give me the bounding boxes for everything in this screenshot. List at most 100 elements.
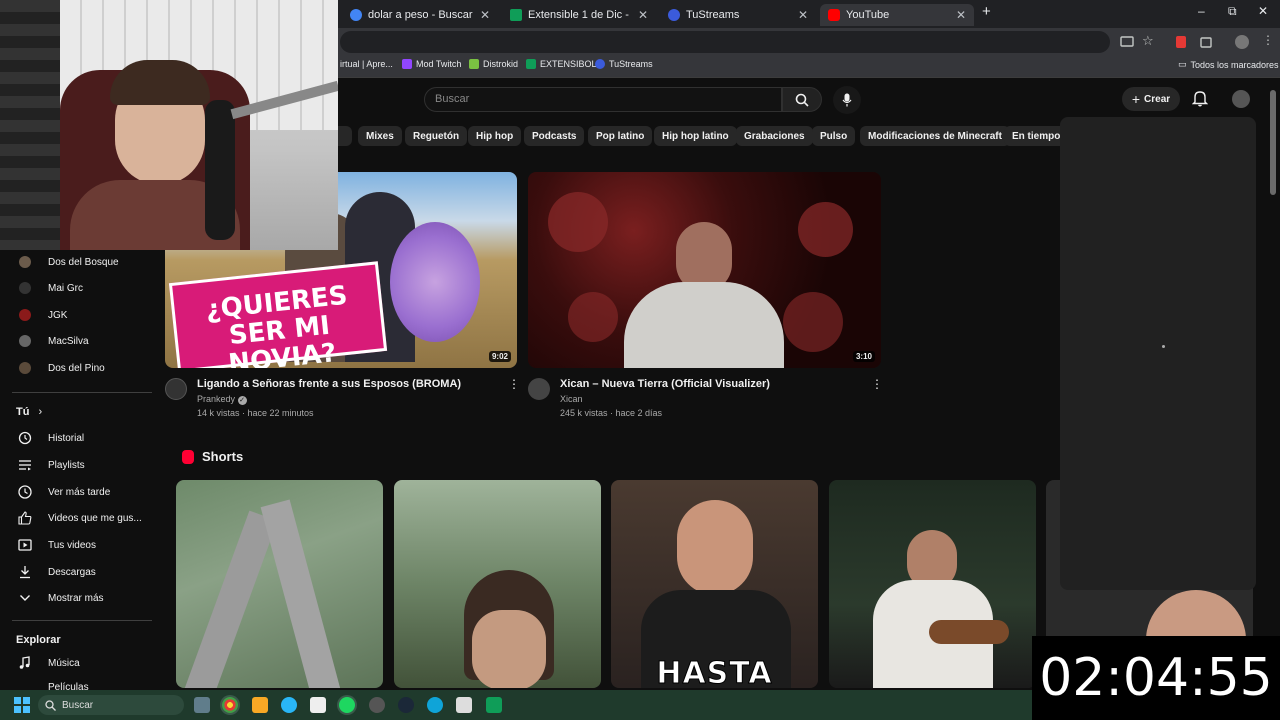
profile-avatar[interactable] [1235, 35, 1249, 49]
person-face [472, 610, 546, 688]
loading-spinner [1162, 345, 1165, 348]
sidebar-subscription[interactable]: Dos del Pino [0, 356, 160, 380]
voice-search-button[interactable] [833, 86, 861, 114]
chip-pop-latino[interactable]: Pop latino [588, 126, 653, 146]
bookmark[interactable]: EXTENSIBOL [526, 59, 597, 69]
channel-label: Prankedy [197, 394, 236, 404]
close-icon[interactable]: ✕ [638, 8, 648, 22]
channel-name[interactable]: Xican [560, 394, 583, 404]
channel-name[interactable]: Prankedy ✓ [197, 394, 247, 405]
capcut-icon[interactable] [310, 697, 326, 713]
bookmark[interactable]: Mod Twitch [402, 59, 461, 69]
sidebar-heading-you[interactable]: Tú › [16, 406, 42, 418]
channel-avatar [18, 361, 32, 375]
sidebar-item-liked-videos[interactable]: Videos que me gus... [0, 506, 160, 530]
spotify-icon[interactable] [339, 697, 355, 713]
close-icon[interactable]: ✕ [480, 8, 490, 22]
windows-start-icon[interactable] [14, 697, 30, 713]
sidebar-item-your-videos[interactable]: Tus videos [0, 533, 160, 557]
restore-button[interactable]: ⧉ [1228, 4, 1237, 19]
channel-avatar[interactable] [165, 378, 187, 400]
minimize-button[interactable]: – [1198, 4, 1205, 18]
sidebar-item-watch-later[interactable]: Ver más tarde [0, 480, 160, 504]
more-icon[interactable]: ⋮ [871, 377, 883, 391]
chip-regueton[interactable]: Reguetón [405, 126, 468, 146]
new-tab-button[interactable]: + [982, 3, 991, 20]
shorts-heading-label: Shorts [202, 449, 244, 464]
short-card[interactable]: HASTA [611, 480, 818, 688]
sidebar-item-label: Música [48, 657, 80, 669]
short-card[interactable] [829, 480, 1036, 688]
edge-icon[interactable] [427, 697, 443, 713]
sidebar-item-downloads[interactable]: Descargas [0, 560, 160, 584]
bookmark[interactable]: Distrokid [469, 59, 518, 69]
steam-icon[interactable] [398, 697, 414, 713]
tab-tustreams[interactable]: TuStreams ✕ [660, 4, 816, 26]
bookmark-label: irtual | Apre... [340, 59, 393, 69]
chip-hip-hop-latino[interactable]: Hip hop latino [654, 126, 737, 146]
google-icon [350, 9, 362, 21]
sidebar-subscription[interactable]: Dos del Bosque [0, 250, 160, 274]
all-bookmarks-label: Todos los marcadores [1190, 59, 1279, 70]
bell-icon[interactable] [1192, 90, 1208, 107]
tab-sheets[interactable]: Extensible 1 de Dic - Hojas de c ✕ [502, 4, 656, 26]
short-card[interactable] [394, 480, 601, 688]
chip-pulso[interactable]: Pulso [812, 126, 856, 146]
close-icon[interactable]: ✕ [956, 8, 966, 22]
obs-icon[interactable] [369, 697, 385, 713]
tab-youtube[interactable]: YouTube ✕ [820, 4, 974, 26]
sidebar-item-music[interactable]: Música [0, 651, 160, 675]
sidebar-item-label: JGK [48, 309, 68, 321]
sidebar-subscription[interactable]: Mai Grc [0, 276, 160, 300]
sidebar-item-label: MacSilva [48, 335, 89, 347]
omnibox[interactable] [340, 31, 1110, 53]
chip-podcasts[interactable]: Podcasts [524, 126, 585, 146]
thumbnail-caption: ¿QUIERES SER MI NOVIA? [168, 261, 388, 368]
chrome-icon[interactable] [222, 697, 238, 713]
all-bookmarks[interactable]: ▭ Todos los marcadores [1178, 59, 1279, 70]
sidebar-item-show-more[interactable]: Mostrar más [0, 586, 160, 610]
guitar [929, 620, 1009, 644]
app-icon[interactable] [456, 697, 472, 713]
taskbar-search-input[interactable]: Buscar [38, 695, 184, 715]
channel-avatar[interactable] [528, 378, 550, 400]
chip-grabaciones[interactable]: Grabaciones [736, 126, 813, 146]
chip-mixes[interactable]: Mixes [358, 126, 402, 146]
search-button[interactable] [782, 87, 822, 112]
sidebar-subscription[interactable]: JGK [0, 303, 160, 327]
sidebar-item-historial[interactable]: Historial [0, 426, 160, 450]
window-close-button[interactable]: ✕ [1258, 4, 1268, 18]
search-input[interactable]: Buscar [424, 87, 782, 112]
folder-icon[interactable] [252, 697, 268, 713]
sidebar-item-playlists[interactable]: Playlists [0, 453, 160, 477]
avatar[interactable] [1232, 90, 1250, 108]
clock-icon [18, 485, 32, 499]
short-card[interactable] [176, 480, 383, 688]
tab-title: Extensible 1 de Dic - Hojas de c [528, 9, 632, 21]
close-icon[interactable]: ✕ [798, 8, 808, 22]
more-icon[interactable]: ⋮ [1262, 33, 1274, 47]
tab-google-search[interactable]: dolar a peso - Buscar con Goog ✕ [342, 4, 498, 26]
puzzle-icon[interactable] [1199, 35, 1213, 49]
scrollbar[interactable] [1270, 90, 1276, 195]
chip-en-tiempo-real[interactable]: En tiempo r [1004, 126, 1060, 146]
video-thumbnail[interactable]: 3:10 [528, 172, 881, 368]
heading-label: Tú [16, 406, 30, 418]
task-view-icon[interactable] [194, 697, 210, 713]
sidebar-item-movies[interactable]: Películas [0, 678, 160, 690]
chip-minecraft-mods[interactable]: Modificaciones de Minecraft [860, 126, 1010, 146]
chip-hip-hop[interactable]: Hip hop [468, 126, 522, 146]
extension-icon[interactable] [1176, 36, 1186, 48]
bookmark[interactable]: TuStreams [595, 59, 653, 69]
more-icon[interactable]: ⋮ [508, 377, 520, 391]
video-title[interactable]: Ligando a Señoras frente a sus Esposos (… [197, 378, 461, 390]
telegram-icon[interactable] [281, 697, 297, 713]
video-title[interactable]: Xican – Nueva Tierra (Official Visualize… [560, 378, 770, 390]
install-icon[interactable] [1120, 35, 1134, 49]
star-icon[interactable]: ☆ [1142, 33, 1154, 49]
create-button[interactable]: + Crear [1122, 87, 1180, 111]
calculator-icon[interactable] [486, 697, 502, 713]
bookmark[interactable]: irtual | Apre... [340, 59, 393, 69]
sidebar-subscription[interactable]: MacSilva [0, 329, 160, 353]
channel-avatar [18, 334, 32, 348]
